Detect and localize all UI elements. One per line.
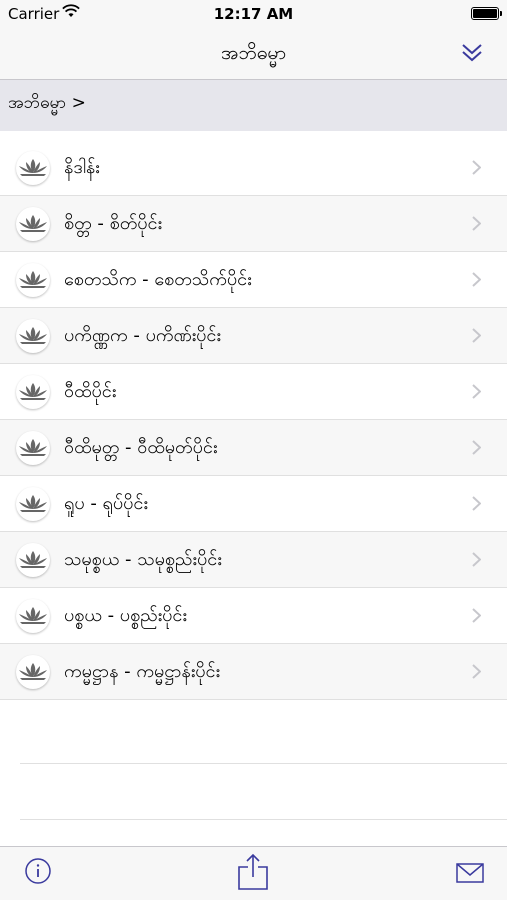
lotus-icon [16,543,50,577]
empty-row-divider [20,819,507,820]
list-item[interactable]: နိဒါန်း [0,140,507,196]
status-bar: Carrier 12:17 AM [0,0,507,28]
list-item-label: ပစ္စယ - ပစ္စည်းပိုင်း [64,605,187,626]
chevron-right-icon [472,160,481,175]
chevron-right-icon [472,328,481,343]
list-item[interactable]: ပစ္စယ - ပစ္စည်းပိုင်း [0,588,507,644]
list-item-label: ရူပ - ရုပ်ပိုင်း [64,493,148,514]
list-item[interactable]: ရူပ - ရုပ်ပိုင်း [0,476,507,532]
chapter-list: နိဒါန်း စိတ္တ - စိတ်ပိုင်း စေတသိက - စေတသ… [0,140,507,700]
info-icon[interactable] [24,857,52,885]
list-item[interactable]: ပကိဏ္ဏက - ပကိဏ်းပိုင်း [0,308,507,364]
chevron-right-icon [472,272,481,287]
lotus-icon [16,487,50,521]
chevron-right-icon [472,552,481,567]
list-item-label: ပကိဏ္ဏက - ပကိဏ်းပိုင်း [64,325,221,346]
chevron-right-icon [472,608,481,623]
chevron-right-icon [472,440,481,455]
lotus-icon [16,151,50,185]
list-item-label: စိတ္တ - စိတ်ပိုင်း [64,213,163,234]
chevron-right-icon [472,384,481,399]
lotus-icon [16,599,50,633]
breadcrumb[interactable]: အဘိဓမ္မာ > [0,80,507,131]
share-icon[interactable] [237,853,269,891]
mail-icon[interactable] [456,863,484,883]
list-item[interactable]: စိတ္တ - စိတ်ပိုင်း [0,196,507,252]
chevron-right-icon [472,216,481,231]
list-item-label: နိဒါန်း [64,157,100,178]
list-item-label: ဝီထိမုတ္တ - ဝီထိမုတ်ပိုင်း [64,437,218,458]
list-item[interactable]: သမုစ္စယ - သမုစ္စည်းပိုင်း [0,532,507,588]
list-item-label: ကမ္မဋ္ဌာန - ကမ္မဋ္ဌာန်းပိုင်း [64,661,221,682]
list-item-label: သမုစ္စယ - သမုစ္စည်းပိုင်း [64,549,222,570]
list-item-label: ဝီထိပိုင်း [64,381,117,402]
chevron-right-icon [472,496,481,511]
list-item-label: စေတသိက - စေတသိက်ပိုင်း [64,269,252,290]
list-item[interactable]: ဝီထိပိုင်း [0,364,507,420]
list-item[interactable]: ကမ္မဋ္ဌာန - ကမ္မဋ္ဌာန်းပိုင်း [0,644,507,700]
lotus-icon [16,263,50,297]
chevron-right-icon [472,664,481,679]
navigation-bar: အဘိဓမ္မာ [0,28,507,80]
page-title: အဘိဓမ္မာ [220,42,287,64]
lotus-icon [16,375,50,409]
lotus-icon [16,319,50,353]
breadcrumb-text: အဘိဓမ္မာ > [8,93,86,113]
double-chevron-down-icon[interactable] [459,40,485,66]
status-time: 12:17 AM [213,5,294,23]
lotus-icon [16,207,50,241]
list-item[interactable]: စေတသိက - စေတသိက်ပိုင်း [0,252,507,308]
list-item[interactable]: ဝီထိမုတ္တ - ဝီထိမုတ်ပိုင်း [0,420,507,476]
bottom-toolbar [0,846,507,900]
lotus-icon [16,655,50,689]
empty-row-divider [20,763,507,764]
lotus-icon [16,431,50,465]
battery-icon [471,7,502,20]
